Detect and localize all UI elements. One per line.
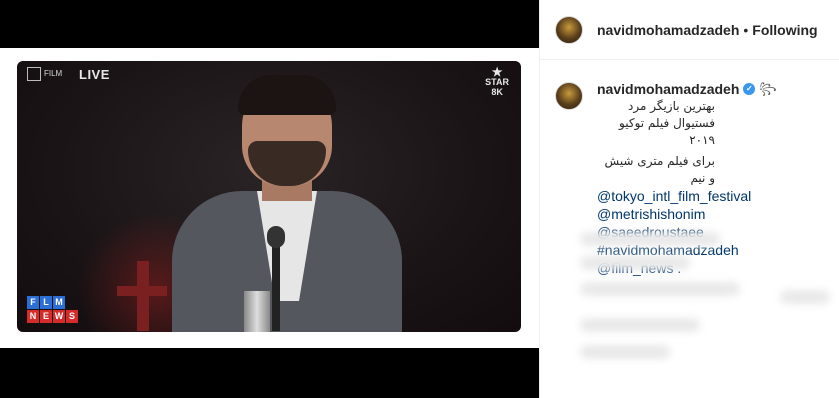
watermark-letter: W	[53, 310, 65, 323]
caption-ornament: ꧂	[759, 83, 777, 95]
channel-logo-subtext: 8K	[491, 87, 503, 97]
blurred-comment	[580, 232, 720, 246]
presenter-hair	[238, 75, 336, 115]
stage-decoration-bar	[117, 286, 167, 296]
blurred-comment	[580, 256, 690, 270]
blurred-comment	[780, 290, 830, 304]
watermark-letter: M	[53, 296, 65, 309]
post-media-frame: FILM LIVE ★ STAR 8K F L M N E W S	[0, 48, 539, 348]
post-side-panel: navidmohamadzadeh • Following navidmoham…	[539, 0, 839, 398]
caption-line: برای فیلم متری شیش و نیم	[604, 154, 715, 185]
blurred-comment	[580, 318, 700, 332]
caption-persian-text: بهترین بازیگر مرد فستیوال فیلم توکیو ۲۰۱…	[597, 98, 715, 187]
microphone-icon	[267, 226, 285, 248]
festival-logo-text: FILM	[44, 69, 63, 78]
watermark-news-row: N E W S	[27, 310, 79, 324]
trophy-icon	[244, 291, 270, 332]
festival-logo: FILM	[27, 67, 62, 81]
watermark-letter: N	[27, 310, 39, 323]
following-button[interactable]: Following	[752, 22, 817, 38]
instagram-post-view: FILM LIVE ★ STAR 8K F L M N E W S navidm…	[0, 0, 839, 398]
caption-text: navidmohamadzadeh ✓ ꧂ بهترین بازیگر مرد …	[597, 80, 823, 277]
channel-logo: ★ STAR 8K	[485, 65, 509, 97]
stage-decoration	[137, 261, 149, 331]
mention-link[interactable]: @tokyo_intl_film_festival	[597, 187, 823, 205]
mention-link[interactable]: @metrishishonim	[597, 205, 823, 223]
blurred-comment	[580, 282, 740, 296]
star-icon: ★	[491, 65, 503, 79]
live-label: LIVE	[79, 67, 110, 82]
film-news-watermark: F L M N E W S	[27, 296, 79, 324]
caption-line: بهترین بازیگر مرد فستیوال فیلم توکیو	[619, 99, 715, 130]
post-header: navidmohamadzadeh • Following	[540, 0, 839, 60]
watermark-film-row: F L M	[27, 296, 79, 310]
caption-line: ۲۰۱۹	[689, 133, 715, 147]
presenter	[172, 71, 402, 332]
watermark-letter: S	[66, 310, 78, 323]
avatar[interactable]	[555, 15, 583, 44]
verified-badge-icon: ✓	[743, 83, 756, 95]
festival-logo-icon	[27, 67, 41, 81]
blurred-comment	[580, 345, 670, 359]
watermark-letter: E	[40, 310, 52, 323]
watermark-letter: F	[27, 296, 39, 309]
caption-avatar[interactable]	[555, 82, 583, 110]
caption-user-row: navidmohamadzadeh ✓ ꧂	[597, 80, 823, 98]
header-separator: •	[743, 21, 749, 38]
header-username-link[interactable]: navidmohamadzadeh	[597, 22, 739, 38]
microphone-stand	[272, 236, 280, 331]
channel-logo-text: STAR	[485, 77, 509, 87]
watermark-letter: L	[40, 296, 52, 309]
media-area: FILM LIVE ★ STAR 8K F L M N E W S	[0, 0, 539, 398]
post-video[interactable]: FILM LIVE ★ STAR 8K F L M N E W S	[17, 61, 521, 332]
caption-username-link[interactable]: navidmohamadzadeh	[597, 80, 739, 98]
